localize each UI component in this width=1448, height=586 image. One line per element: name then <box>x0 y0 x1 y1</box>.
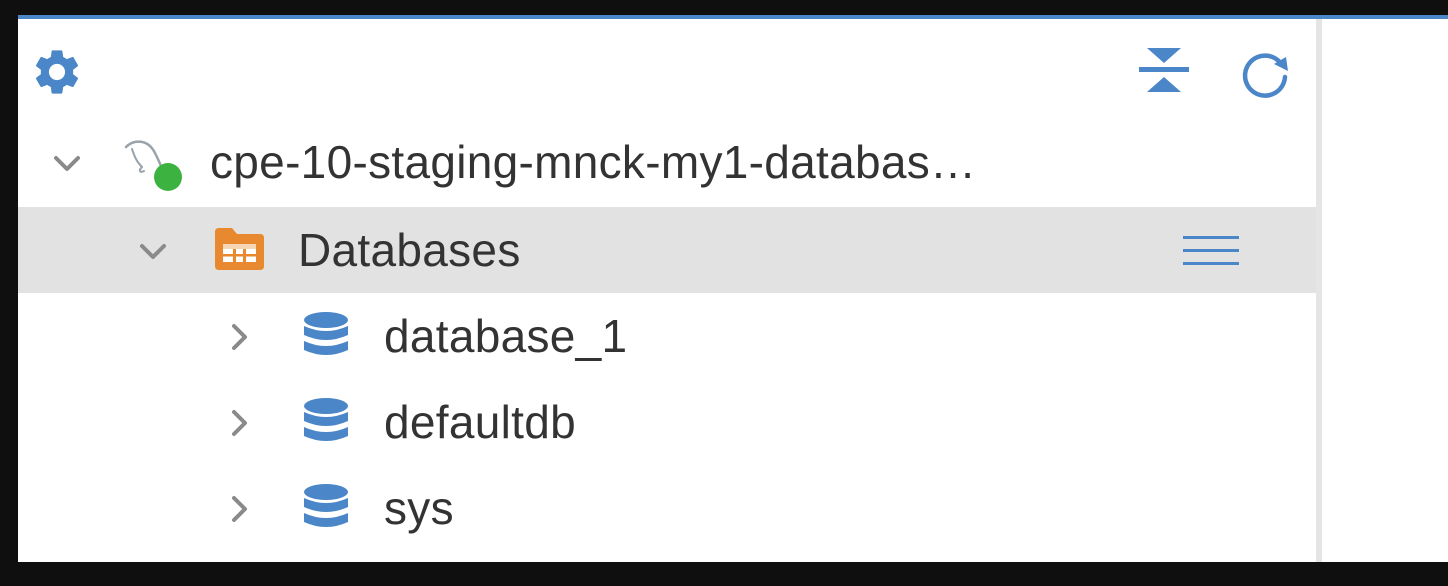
connection-status-dot <box>154 163 182 191</box>
chevron-down-icon[interactable] <box>139 237 167 265</box>
database-icon <box>302 397 350 452</box>
hamburger-menu-icon[interactable] <box>1182 233 1240 274</box>
database-icon <box>302 311 350 366</box>
database-label: database_1 <box>384 310 628 362</box>
chevron-right-icon[interactable] <box>225 495 253 523</box>
tree-node-database[interactable]: database_1 <box>18 293 1316 379</box>
gear-icon[interactable] <box>30 45 84 104</box>
collapse-all-icon[interactable] <box>1136 45 1192 100</box>
tree-node-connection[interactable]: cpe-10-staging-mnck-my1-databas… <box>18 119 1316 205</box>
content-pane <box>1322 19 1448 562</box>
database-label: sys <box>384 482 454 534</box>
chevron-right-icon[interactable] <box>225 323 253 351</box>
database-explorer-panel: cpe-10-staging-mnck-my1-databas… Databas… <box>18 19 1316 562</box>
databases-folder-label: Databases <box>298 224 521 276</box>
refresh-icon[interactable] <box>1238 45 1294 106</box>
tree-node-databases-folder[interactable]: Databases <box>18 207 1316 293</box>
tree-node-database[interactable]: defaultdb <box>18 379 1316 465</box>
database-icon <box>302 483 350 538</box>
tree-node-database[interactable]: sys <box>18 465 1316 551</box>
chevron-right-icon[interactable] <box>225 409 253 437</box>
chevron-down-icon[interactable] <box>53 149 81 177</box>
folder-table-icon <box>212 226 266 277</box>
connection-label: cpe-10-staging-mnck-my1-databas… <box>210 136 977 188</box>
database-label: defaultdb <box>384 396 576 448</box>
